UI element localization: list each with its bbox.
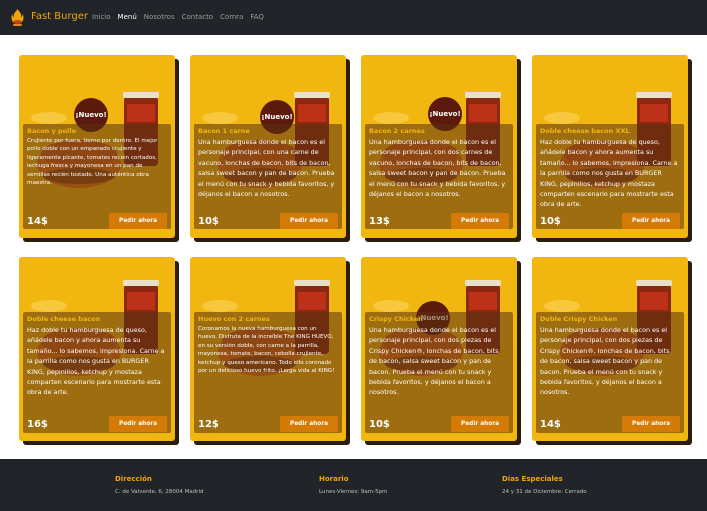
card-description: Una hamburguesa donde el bacon es el per… (369, 138, 506, 199)
nav-contacto[interactable]: Contacto (182, 13, 214, 21)
nav-nosotros[interactable]: Nosotros (144, 13, 175, 21)
card-description: Coronamos la nueva hamburguesa con un hu… (198, 326, 335, 375)
menu-card: ¡Nuevo! Bacon y pollo Crujiente por fuera,… (19, 55, 175, 238)
menu-card: Doble cheese bacon Haz doble tu hamburgue… (19, 257, 175, 441)
footer-special-text: 24 y 31 de Diciembre: Cerrado (502, 489, 587, 495)
footer-hours: Horario Lunes-Viernes: 9am-5pm (319, 475, 387, 495)
card-title: Doble Crispy Chicken (540, 315, 618, 323)
card-description: Una hamburguesa donde el bacon es el per… (369, 326, 499, 397)
card-description: Una hamburguesa donde el bacon es el per… (540, 326, 670, 397)
footer: Dirección C. de Valverde, 6, 28004 Madri… (0, 459, 707, 511)
menu-card: Doble cheese bacon XXL Haz doble tu hambu… (532, 55, 688, 238)
order-button[interactable]: Pedir ahora (622, 213, 680, 229)
order-button[interactable]: Pedir ahora (451, 416, 509, 432)
order-button[interactable]: Pedir ahora (622, 416, 680, 432)
order-button[interactable]: Pedir ahora (451, 213, 509, 229)
card-title: Bacon 1 carne (198, 127, 250, 135)
card-price: 13$ (369, 216, 390, 227)
nav-faq[interactable]: FAQ (250, 13, 264, 21)
card-price: 10$ (540, 216, 561, 227)
footer-hours-text: Lunes-Viernes: 9am-5pm (319, 489, 388, 495)
order-button[interactable]: Pedir ahora (280, 416, 338, 432)
order-button[interactable]: Pedir ahora (280, 213, 338, 229)
burger-flame-logo-icon[interactable] (11, 8, 24, 27)
brand-name[interactable]: Fast Burger (31, 11, 88, 22)
card-title: Doble cheese bacon (27, 315, 101, 323)
card-price: 10$ (369, 419, 390, 430)
order-button[interactable]: Pedir ahora (109, 416, 167, 432)
card-description: Haz doble tu hamburguesa de queso, añáde… (540, 138, 678, 209)
nav-links: Inicio Menú Nosotros Contacto Comra FAQ (92, 13, 264, 21)
card-description: Una hamburguesa donde el bacon es el per… (198, 138, 335, 199)
card-description: Crujiente por fuera, tierno por dentro. … (27, 138, 158, 187)
nav-comra[interactable]: Comra (220, 13, 243, 21)
card-price: 14$ (540, 419, 561, 430)
footer-special-title: Días Especiales (502, 475, 563, 483)
card-price: 12$ (198, 419, 219, 430)
navbar: Fast Burger Inicio Menú Nosotros Contact… (0, 0, 707, 35)
footer-address-text: C. de Valverde, 6, 28004 Madrid (115, 489, 204, 495)
menu-card: ¡Nuevo!Crispy ChickenUna hamburguesa don… (361, 257, 517, 441)
menu-card: Doble Crispy Chicken Una hamburguesa dond… (532, 257, 688, 441)
footer-hours-title: Horario (319, 475, 349, 483)
footer-special: Días Especiales 24 y 31 de Diciembre: Ce… (502, 475, 587, 495)
card-price: 10$ (198, 216, 219, 227)
footer-address: Dirección C. de Valverde, 6, 28004 Madri… (115, 475, 204, 495)
card-price: 14$ (27, 216, 48, 227)
card-title: Bacon 2 carnes (369, 127, 425, 135)
menu-card: Huevo con 2 carnes Coronamos la nueva ham… (190, 257, 346, 441)
card-title: Doble cheese bacon XXL (540, 127, 630, 135)
card-title: Crispy Chicken (369, 315, 423, 323)
card-title: Bacon y pollo (27, 127, 77, 135)
nav-inicio[interactable]: Inicio (92, 13, 111, 21)
order-button[interactable]: Pedir ahora (109, 213, 167, 229)
footer-address-title: Dirección (115, 475, 152, 483)
menu-card: ¡Nuevo! Bacon 1 carne Una hamburguesa dond… (190, 55, 346, 238)
card-description: Haz doble tu hamburguesa de queso, añáde… (27, 326, 165, 397)
menu-card: ¡Nuevo! Bacon 2 carnes Una hamburguesa don… (361, 55, 517, 238)
nav-menu[interactable]: Menú (118, 13, 137, 21)
card-price: 16$ (27, 419, 48, 430)
card-title: Huevo con 2 carnes (198, 315, 270, 323)
